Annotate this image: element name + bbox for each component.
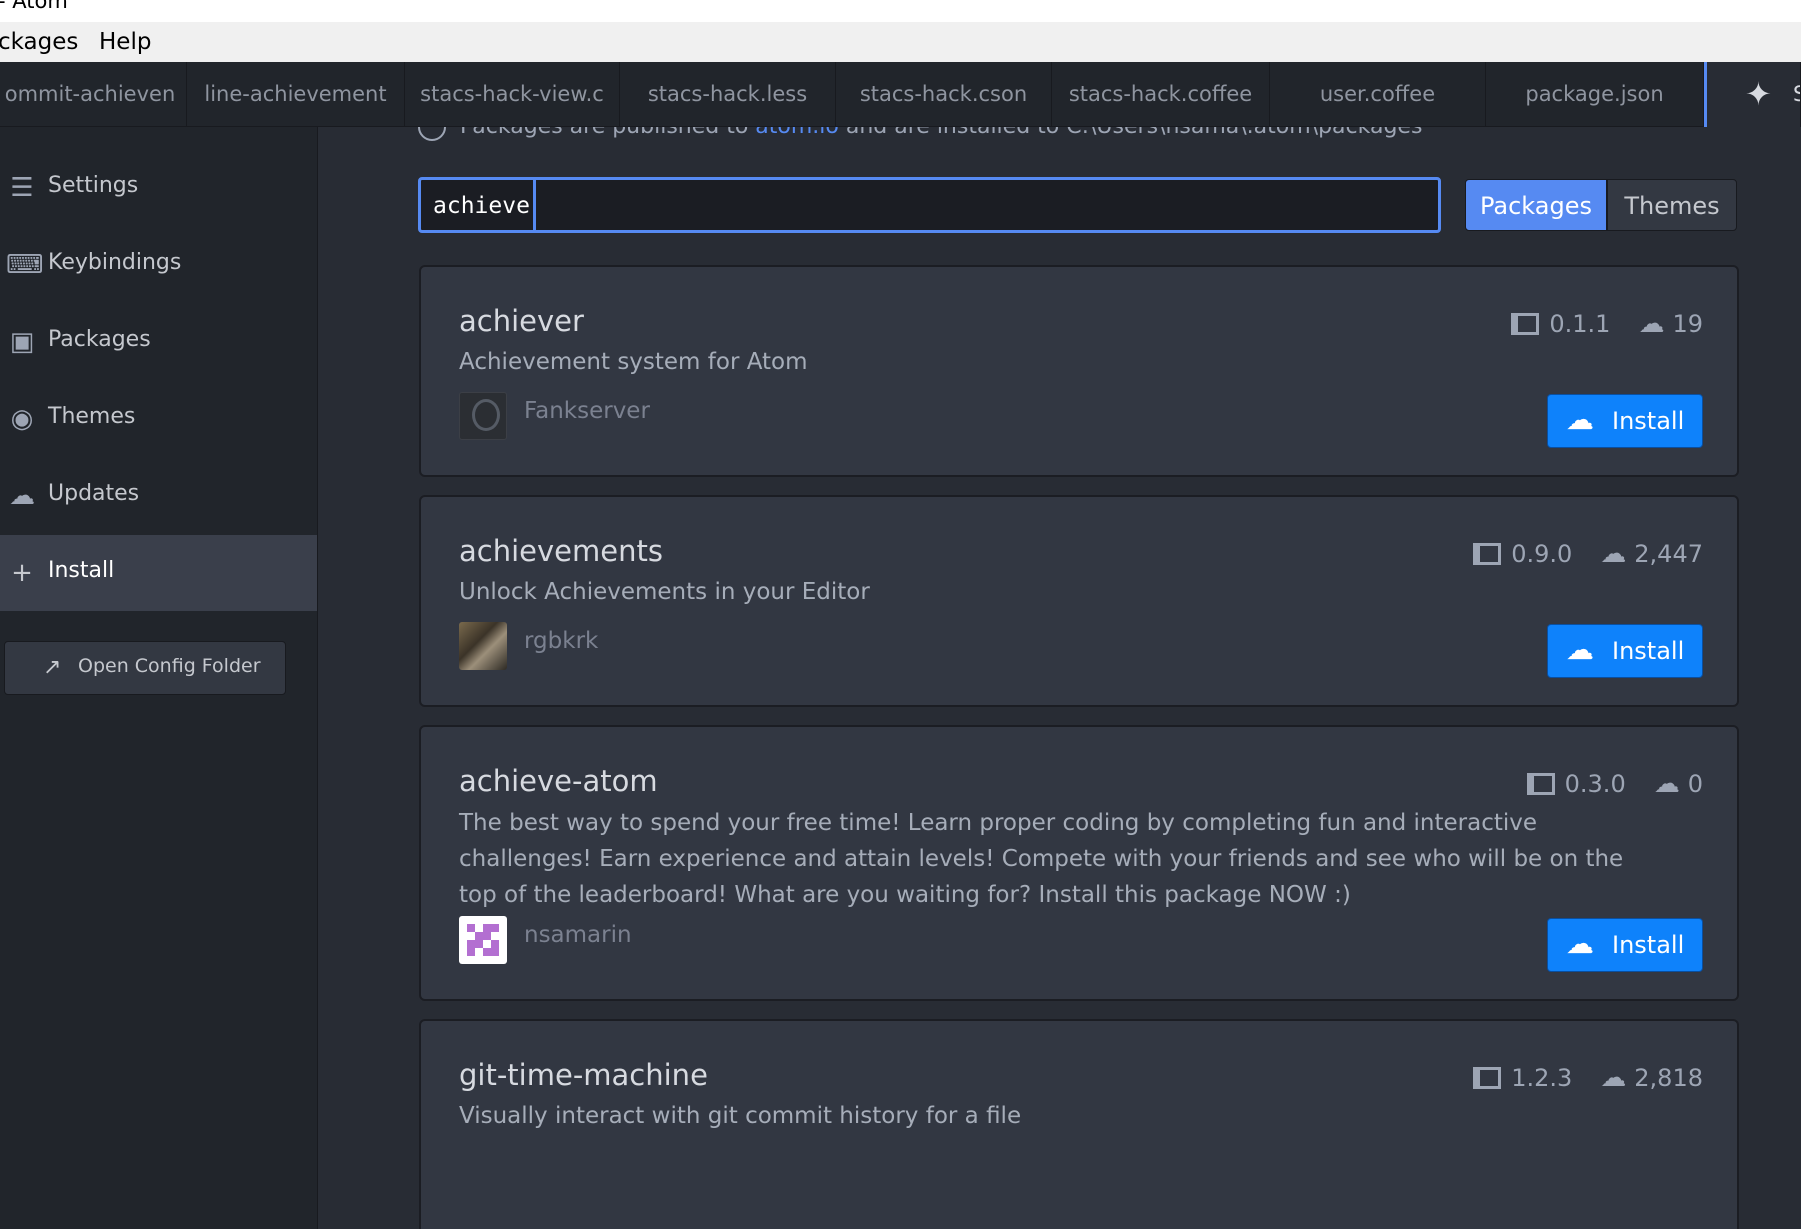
sidebar-item-keybindings[interactable]: ⌨ Keybindings [0,227,317,303]
sidebar-item-install[interactable]: + Install [0,535,317,611]
package-downloads: 2,447 [1634,540,1703,568]
themes-toggle-button[interactable]: Themes [1607,179,1737,231]
package-name[interactable]: achiever [459,304,584,338]
package-version: 0.9.0 [1511,540,1573,568]
sidebar-item-themes[interactable]: ◉ Themes [0,381,317,457]
search-input[interactable] [433,189,1423,223]
package-version: 0.1.1 [1549,310,1611,338]
tab-stacs-hack-cson[interactable]: stacs-hack.cson [836,62,1052,127]
cloud-download-icon: ☁ [1566,403,1594,436]
install-button[interactable]: ☁ Install [1547,394,1703,448]
tab-stacs-hack-view[interactable]: stacs-hack-view.c [405,62,620,127]
settings-sliders-icon: ☰ [10,173,34,203]
package-stats: 0.3.0 ☁ 0 [1526,769,1703,799]
tab-settings[interactable]: ✦ S [1704,62,1801,127]
keyboard-icon: ⌨ [6,250,44,280]
package-stats: 1.2.3 ☁ 2,818 [1473,1063,1703,1093]
package-description: Achievement system for Atom [459,349,808,375]
cloud-download-icon: ☁ [1566,927,1594,960]
install-notice: Packages are published to atom.io and ar… [418,127,1422,141]
package-downloads: 19 [1672,310,1703,338]
install-label: Install [1612,931,1685,959]
sidebar-item-settings[interactable]: ☰ Settings [0,150,317,226]
install-label: Install [1612,407,1685,435]
info-icon [418,127,446,141]
package-name[interactable]: achieve-atom [459,764,658,798]
package-version: 0.3.0 [1564,770,1626,798]
packages-toggle-button[interactable]: Packages [1465,179,1607,231]
cloud-download-icon: ☁ [1600,1063,1627,1093]
install-button[interactable]: ☁ Install [1547,624,1703,678]
sidebar-item-packages[interactable]: ▣ Packages [0,304,317,380]
package-stats: 0.9.0 ☁ 2,447 [1473,539,1703,569]
package-name[interactable]: git-time-machine [459,1058,708,1092]
avatar[interactable] [459,392,507,440]
atom-io-link[interactable]: atom.io [755,127,839,139]
package-card-git-time-machine[interactable]: git-time-machine 1.2.3 ☁ 2,818 Visually in… [419,1019,1739,1229]
package-description: The best way to spend your free time! Le… [459,810,1624,908]
paint-bucket-icon: ◉ [10,404,34,434]
cloud-download-icon: ☁ [1653,769,1680,799]
tab-stacs-hack-less[interactable]: stacs-hack.less [620,62,836,127]
package-author[interactable]: Fankserver [524,398,650,424]
open-config-folder-button[interactable]: ↗ Open Config Folder [4,641,286,695]
sidebar-item-label: Packages [48,327,151,352]
package-card-achievements[interactable]: achievements 0.9.0 ☁ 2,447 Unlock Achievem… [419,495,1739,707]
package-search[interactable] [418,177,1441,233]
sidebar-item-label: Keybindings [48,250,182,275]
sidebar-item-updates[interactable]: ☁ Updates [0,458,317,534]
package-author[interactable]: rgbkrk [524,628,598,654]
package-name[interactable]: achievements [459,534,663,568]
sidebar-item-label: Install [48,558,115,583]
cloud-download-icon: ☁ [1600,539,1627,569]
package-downloads: 2,818 [1634,1064,1703,1092]
notice-text-post: and are installed to C:\Users\nsama\.ato… [839,127,1423,139]
install-label: Install [1612,637,1685,665]
sidebar-item-label: Themes [48,404,136,429]
sidebar-item-label: Updates [48,481,140,506]
versions-icon [1473,543,1502,565]
tab-commit-achievements[interactable]: ommit-achieven [0,62,187,127]
package-downloads: 0 [1687,770,1703,798]
link-external-icon: ↗ [43,655,62,680]
open-config-folder-label: Open Config Folder [78,655,261,677]
tab-bar: ommit-achieven line-achievement stacs-ha… [0,62,1801,127]
cloud-download-icon: ☁ [9,481,35,511]
package-stats: 0.1.1 ☁ 19 [1511,309,1703,339]
plus-icon: + [11,558,33,588]
window-title-bar: - Atom [0,0,1801,22]
menu-packages[interactable]: ckages [0,29,78,55]
menu-help[interactable]: Help [99,29,151,55]
install-panel: Packages are published to atom.io and ar… [318,127,1801,1229]
window-title: - Atom [0,0,68,13]
versions-icon [1473,1067,1502,1089]
package-card-achieve-atom[interactable]: achieve-atom 0.3.0 ☁ 0 The best way to spe… [419,725,1739,1001]
avatar[interactable] [459,622,507,670]
tab-package-json[interactable]: package.json [1486,62,1704,127]
tab-user-coffee[interactable]: user.coffee [1270,62,1486,127]
tools-icon: ✦ [1745,75,1772,113]
versions-icon [1526,773,1555,795]
package-version: 1.2.3 [1511,1064,1573,1092]
package-icon: ▣ [9,327,35,357]
package-description: Unlock Achievements in your Editor [459,579,870,605]
cloud-download-icon: ☁ [1638,309,1665,339]
notice-text-pre: Packages are published to [460,127,755,139]
cloud-download-icon: ☁ [1566,633,1594,666]
package-author[interactable]: nsamarin [524,922,632,948]
menu-bar: ckages Help [0,22,1801,62]
text-caret [533,180,536,230]
sidebar-item-label: Settings [48,173,139,198]
versions-icon [1511,313,1540,335]
tab-line-achievement[interactable]: line-achievement [187,62,405,127]
tab-settings-label: S [1793,62,1800,127]
install-button[interactable]: ☁ Install [1547,918,1703,972]
package-description: Visually interact with git commit histor… [459,1103,1022,1129]
tab-stacs-hack-coffee[interactable]: stacs-hack.coffee [1052,62,1270,127]
package-card-achiever[interactable]: achiever 0.1.1 ☁ 19 Achievement system for… [419,265,1739,477]
avatar[interactable] [459,916,507,964]
settings-sidebar: ☰ Settings ⌨ Keybindings ▣ Packages ◉ Th… [0,127,318,1229]
